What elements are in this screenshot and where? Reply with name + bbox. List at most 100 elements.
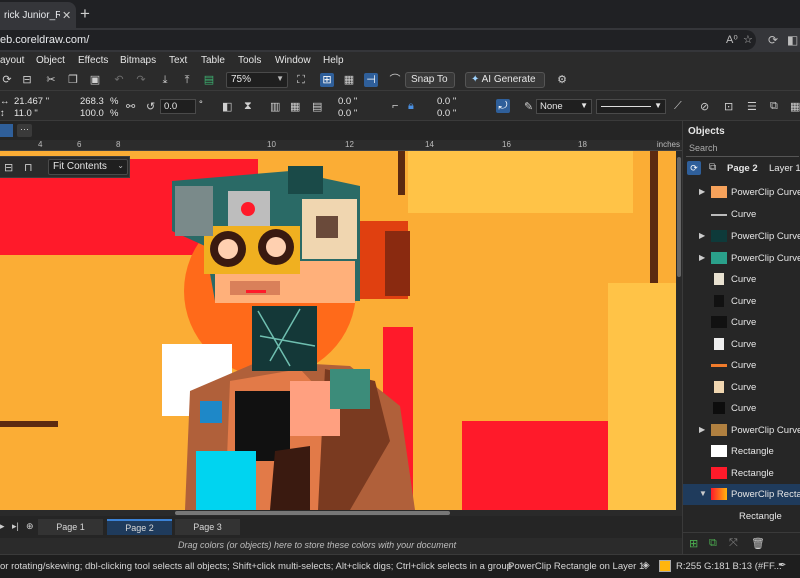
outline-width-combo[interactable]: None ▼ [536,99,592,114]
menu-bitmaps[interactable]: Bitmaps [120,55,156,66]
object-row[interactable]: Curve [683,398,800,419]
save-icon[interactable]: ⊟ [20,73,34,87]
collapse-icon[interactable]: ▼ [699,489,707,498]
extensions-icon[interactable]: ⟳ [768,33,778,47]
last-page-icon[interactable]: ▸| [12,521,19,532]
profile-icon[interactable]: ◧ [787,33,798,47]
open-icon[interactable]: ⟳ [0,73,14,87]
object-row[interactable]: Curve [683,204,800,225]
object-row[interactable]: Curve [683,377,800,398]
close-icon[interactable]: ✕ [62,9,71,22]
menu-effects[interactable]: Effects [78,55,108,66]
snap-icon[interactable]: ⌒ [388,73,402,87]
page-tab-3[interactable]: Page 3 [175,519,240,535]
copy-icon[interactable]: ❐ [66,73,80,87]
horizontal-ruler[interactable]: 4 6 8 10 12 14 16 18 inches [0,140,682,151]
cut-icon[interactable]: ✂ [44,73,58,87]
vertical-scroll-thumb[interactable] [677,157,681,277]
quick-customize-icon[interactable]: ▦ [790,100,800,113]
objects-page-header[interactable]: ⟳ ⧉ Page 2 Layer 1 [683,159,800,177]
lock-icon[interactable]: 🔒︎ [408,100,414,113]
y-position-value[interactable]: 11.0 " [14,108,38,119]
import-icon[interactable]: ⤓ [158,73,172,87]
skew-x-value[interactable]: 0.0 " [338,96,357,107]
object-row[interactable]: ▶ PowerClip Curve [683,420,800,441]
object-row[interactable]: ▶ PowerClip Curve [683,248,800,269]
fit-contents-combo[interactable]: Fit Contents ⌄ [48,159,128,175]
snap-to-button[interactable]: Snap To ⌄ [405,72,455,95]
object-row-selected[interactable]: ▼ PowerClip Rectang [683,484,800,505]
zoom-fit-icon[interactable]: ⛶ [294,73,308,87]
trash-icon[interactable]: 🗑︎ [751,537,765,550]
previous-page-icon[interactable]: ▸ [0,521,5,532]
objects-search-input[interactable]: Search [686,143,799,157]
address-bar[interactable]: eb.coreldraw.com/ A⁰ ☆ [0,30,756,50]
corner-radius-1-value[interactable]: 0.0 " [437,96,456,107]
lock-contents-icon[interactable]: ⊓ [24,161,33,174]
mirror-horizontal-icon[interactable]: ◧ [222,100,232,113]
order-icon[interactable]: ▤ [312,100,322,113]
width-percent-value[interactable]: 268.3 [80,96,104,107]
fill-color-swatch[interactable] [659,560,671,572]
distribute-icon[interactable]: ▦ [290,100,300,113]
outline-pen-icon[interactable]: ✒ [778,560,786,571]
page-tab-1[interactable]: Page 1 [38,519,103,535]
expand-icon[interactable]: ▶ [699,187,705,196]
drawing-canvas[interactable] [0,151,676,510]
brush-icon[interactable]: ⟋ [674,100,682,113]
add-page-icon[interactable]: ⊕ [26,521,34,532]
layers-icon[interactable]: ⧉ [770,100,778,113]
zoom-level-combo[interactable]: 75% ▼ [226,72,288,88]
expand-icon[interactable]: ▶ [699,425,705,434]
object-row[interactable]: ▶ PowerClip Curve [683,226,800,247]
edit-powerclip-icon[interactable]: ⊟ [4,161,13,174]
no-wrap-icon[interactable]: ⊘ [700,100,709,113]
object-row[interactable]: Rectangle [683,463,800,484]
read-aloud-icon[interactable]: A⁰ [726,33,738,46]
menu-window[interactable]: Window [275,55,311,66]
redo-icon[interactable]: ↷ [134,73,148,87]
skew-y-value[interactable]: 0.0 " [338,108,357,119]
wrap-text-icon[interactable]: ⤾ [496,99,510,113]
x-position-value[interactable]: 21.467 " [14,96,49,107]
object-row[interactable]: Rectangle [683,441,800,462]
menu-table[interactable]: Table [201,55,225,66]
menu-layout[interactable]: ayout [0,55,24,66]
order-front-icon[interactable]: ⊡ [724,100,733,113]
horizontal-scroll-thumb[interactable] [175,511,450,515]
height-percent-value[interactable]: 100.0 [80,108,104,119]
rotation-input[interactable]: 0.0 [160,99,196,114]
menu-help[interactable]: Help [323,55,344,66]
undo-icon[interactable]: ↶ [112,73,126,87]
document-tab[interactable] [0,124,13,137]
document-palette[interactable]: Drag colors (or objects) here to store t… [0,538,682,554]
move-to-layer-icon[interactable]: ⤧ [729,537,738,550]
new-tab-icon[interactable]: + [80,4,90,24]
object-row[interactable]: Curve [683,334,800,355]
export-icon[interactable]: ⤒ [180,73,194,87]
new-master-layer-icon[interactable]: ⧉ [709,537,717,550]
expand-icon[interactable]: ▶ [699,253,705,262]
object-row[interactable]: Curve [683,355,800,376]
new-layer-icon[interactable]: ⊞ [689,537,698,550]
paste-icon[interactable]: ▣ [88,73,102,87]
lock-ratio-icon[interactable]: ⚯ [126,100,135,113]
object-row[interactable]: ▶ PowerClip Curve [683,182,800,203]
expand-icon[interactable]: ▶ [699,231,705,240]
publish-icon[interactable]: ▤ [202,73,216,87]
text-align-icon[interactable]: ☰ [747,100,757,113]
menu-tools[interactable]: Tools [238,55,261,66]
robot-artwork[interactable] [0,151,676,510]
object-row[interactable]: Curve [683,269,800,290]
fill-bucket-icon[interactable]: ◈ [642,560,650,571]
new-layer-icon[interactable]: ⟳ [687,161,701,175]
more-icon[interactable]: ··· [17,124,32,137]
rulers-toggle-icon[interactable]: ⊞ [320,73,334,87]
browser-tab[interactable]: rick Junior_Robc ✕ [0,2,76,28]
gear-icon[interactable]: ⚙ [555,73,569,87]
corner-radius-2-value[interactable]: 0.0 " [437,108,456,119]
page-tab-2[interactable]: Page 2 [107,519,172,535]
align-icon[interactable]: ▥ [270,100,280,113]
mirror-vertical-icon[interactable]: ⧗ [244,100,252,113]
line-style-combo[interactable]: ▼ [596,99,666,114]
